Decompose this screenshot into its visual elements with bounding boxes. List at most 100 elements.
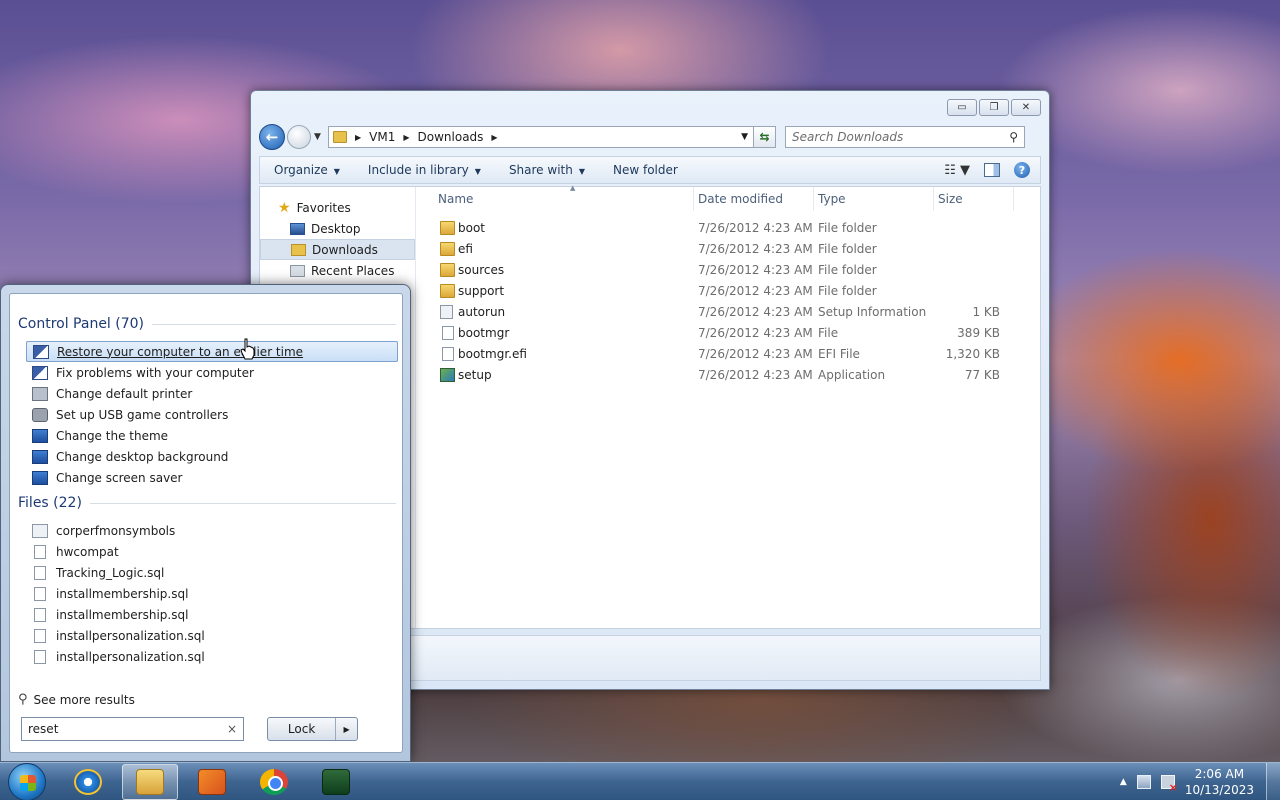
- preview-pane-icon[interactable]: [984, 163, 1000, 177]
- view-controls: ☷ ▼ ?: [944, 162, 1040, 178]
- result-fix-problems[interactable]: Fix problems with your computer: [26, 362, 398, 383]
- file-row-efi[interactable]: efi 7/26/2012 4:23 AM File folder: [420, 239, 1040, 260]
- result-change-screen-saver[interactable]: Change screen saver: [26, 467, 398, 488]
- include-in-library-menu[interactable]: Include in library ▼: [354, 163, 495, 177]
- file-row-bootmgr[interactable]: bootmgr 7/26/2012 4:23 AM File 389 KB: [420, 323, 1040, 344]
- result-file[interactable]: installmembership.sql: [26, 583, 398, 604]
- breadcrumb-arrow-icon[interactable]: ▶: [355, 133, 361, 142]
- result-file[interactable]: hwcompat: [26, 541, 398, 562]
- result-file[interactable]: corperfmonsymbols: [26, 520, 398, 541]
- file-size: 77 KB: [964, 368, 1000, 382]
- file-type: File folder: [818, 284, 877, 298]
- start-menu: Control Panel (70) Restore your computer…: [0, 284, 411, 762]
- game-controller-icon: [32, 407, 48, 422]
- file-date: 7/26/2012 4:23 AM: [698, 242, 813, 256]
- result-change-theme[interactable]: Change the theme: [26, 425, 398, 446]
- file-type: Setup Information: [818, 305, 927, 319]
- folder-icon: [136, 768, 164, 795]
- application-icon: [440, 368, 455, 382]
- breadcrumb-vm1[interactable]: VM1: [369, 130, 395, 144]
- search-icon: ⚲: [18, 692, 28, 707]
- start-search-input[interactable]: reset ×: [21, 717, 244, 741]
- file-row-bootmgr-efi[interactable]: bootmgr.efi 7/26/2012 4:23 AM EFI File 1…: [420, 344, 1040, 365]
- result-usb-game-controllers[interactable]: Set up USB game controllers: [26, 404, 398, 425]
- refresh-icon: ⇆: [759, 130, 770, 144]
- help-icon[interactable]: ?: [1014, 162, 1030, 178]
- result-file[interactable]: installmembership.sql: [26, 604, 398, 625]
- result-restore-computer[interactable]: Restore your computer to an earlier time: [26, 341, 398, 362]
- file-icon: [442, 347, 454, 361]
- result-change-desktop-background[interactable]: Change desktop background: [26, 446, 398, 467]
- minimize-button[interactable]: ▭: [947, 99, 977, 116]
- file-row-sources[interactable]: sources 7/26/2012 4:23 AM File folder: [420, 260, 1040, 281]
- new-folder-button[interactable]: New folder: [599, 163, 692, 177]
- control-panel-section-heading[interactable]: Control Panel (70): [18, 316, 396, 332]
- file-icon: [34, 565, 46, 580]
- search-icon[interactable]: ⚲: [1009, 130, 1018, 144]
- search-input[interactable]: Search Downloads ⚲: [785, 126, 1025, 148]
- clear-search-icon[interactable]: ×: [227, 722, 237, 736]
- lock-button[interactable]: Lock ▶: [267, 717, 358, 741]
- action-center-icon[interactable]: [1136, 774, 1151, 789]
- file-row-support[interactable]: support 7/26/2012 4:23 AM File folder: [420, 281, 1040, 302]
- command-bar: Organize ▼ Include in library ▼ Share with…: [259, 156, 1041, 184]
- result-file[interactable]: installpersonalization.sql: [26, 625, 398, 646]
- file-row-setup[interactable]: setup 7/26/2012 4:23 AM Application 77 K…: [420, 365, 1040, 386]
- shutdown-options-arrow-icon[interactable]: ▶: [335, 718, 357, 740]
- file-row-boot[interactable]: boot 7/26/2012 4:23 AM File folder: [420, 218, 1040, 239]
- result-label: Change desktop background: [56, 449, 229, 464]
- breadcrumb-arrow-icon[interactable]: ▶: [403, 133, 409, 142]
- file-type: File folder: [818, 242, 877, 256]
- back-button[interactable]: ←: [259, 124, 285, 150]
- file-name: support: [458, 284, 505, 298]
- result-file[interactable]: Tracking_Logic.sql: [26, 562, 398, 583]
- clock[interactable]: 2:06 AM 10/13/2023: [1185, 766, 1254, 798]
- breadcrumb-arrow-icon[interactable]: ▶: [491, 133, 497, 142]
- show-desktop-button[interactable]: [1266, 762, 1280, 800]
- sort-ascending-icon: ▲: [570, 184, 576, 192]
- share-with-menu[interactable]: Share with ▼: [495, 163, 599, 177]
- address-dropdown-icon[interactable]: ▼: [741, 132, 753, 142]
- text-file-icon: [34, 544, 46, 559]
- chevron-down-icon: ▼: [474, 167, 481, 176]
- column-header-size[interactable]: Size: [934, 187, 1014, 211]
- file-date: 7/26/2012 4:23 AM: [698, 368, 813, 382]
- close-button[interactable]: ✕: [1011, 99, 1041, 116]
- column-header-name[interactable]: Name ▲: [430, 184, 694, 211]
- network-disconnected-icon[interactable]: [1160, 774, 1178, 794]
- refresh-button[interactable]: ⇆: [754, 126, 776, 148]
- search-results-panel: Control Panel (70) Restore your computer…: [9, 293, 403, 753]
- result-label: Fix problems with your computer: [56, 365, 254, 380]
- column-header-date-modified[interactable]: Date modified: [694, 187, 814, 211]
- breadcrumb-downloads[interactable]: Downloads: [418, 130, 484, 144]
- maximize-button[interactable]: ❐: [979, 99, 1009, 116]
- change-view-icon[interactable]: ☷ ▼: [944, 163, 970, 178]
- nav-desktop[interactable]: Desktop: [260, 218, 415, 239]
- result-label: corperfmonsymbols: [56, 523, 176, 538]
- nav-favorites[interactable]: ★ Favorites: [260, 197, 415, 218]
- organize-menu[interactable]: Organize ▼: [260, 163, 354, 177]
- file-row-autorun[interactable]: autorun 7/26/2012 4:23 AM Setup Informat…: [420, 302, 1040, 323]
- address-bar[interactable]: ▶ VM1 ▶ Downloads ▶ ▼: [328, 126, 754, 148]
- taskbar-internet-explorer[interactable]: [60, 764, 116, 800]
- taskbar-media-player[interactable]: [184, 764, 240, 800]
- see-more-results-link[interactable]: ⚲ See more results: [18, 692, 135, 707]
- result-change-default-printer[interactable]: Change default printer: [26, 383, 398, 404]
- file-list: Name ▲ Date modified Type Size boot 7/26…: [420, 184, 1040, 628]
- column-header-type[interactable]: Type: [814, 187, 934, 211]
- result-label: Change the theme: [56, 428, 169, 443]
- forward-button[interactable]: [287, 125, 311, 149]
- show-hidden-icons-icon[interactable]: ▲: [1120, 777, 1127, 787]
- start-button[interactable]: [8, 762, 46, 800]
- recent-pages-dropdown[interactable]: ▼: [314, 132, 324, 142]
- nav-downloads[interactable]: Downloads: [260, 239, 415, 260]
- folder-icon: [440, 263, 455, 277]
- nav-recent-places[interactable]: Recent Places: [260, 260, 415, 281]
- result-file[interactable]: installpersonalization.sql: [26, 646, 398, 667]
- include-in-library-label: Include in library: [367, 163, 469, 177]
- taskbar-chrome[interactable]: [246, 764, 302, 800]
- files-section-heading[interactable]: Files (22): [18, 495, 396, 511]
- taskbar-task-manager[interactable]: [308, 764, 364, 800]
- taskbar-windows-explorer[interactable]: [122, 763, 178, 800]
- chevron-down-icon: ▼: [333, 167, 340, 176]
